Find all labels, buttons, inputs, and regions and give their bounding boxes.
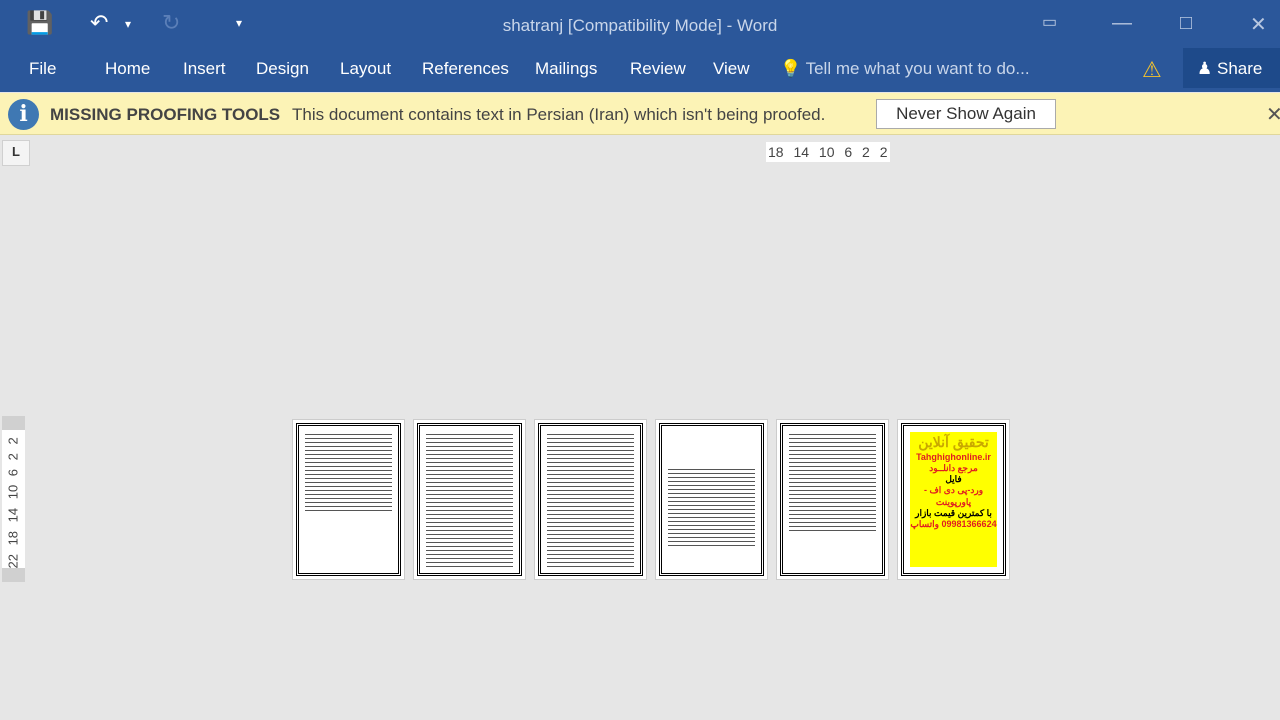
share-button[interactable]: ♟ Share (1183, 48, 1280, 88)
ad-line: ورد-پی دی اف - پاورپوینت (923, 485, 984, 507)
close-icon[interactable]: ✕ (1250, 12, 1267, 37)
tab-review[interactable]: Review (630, 59, 686, 79)
message-bar: i MISSING PROOFING TOOLS This document c… (0, 93, 1280, 135)
tell-me-placeholder: Tell me what you want to do... (805, 59, 1030, 78)
lightbulb-icon: 💡 (780, 59, 802, 78)
vertical-ruler-labels: 22 18 14 10 6 2 2 (5, 437, 21, 569)
share-label: Share (1216, 59, 1263, 78)
never-show-again-button[interactable]: Never Show Again (876, 99, 1056, 129)
vertical-ruler[interactable]: 22 18 14 10 6 2 2 (2, 416, 25, 582)
ad-line: فایل (945, 474, 962, 484)
info-icon: i (8, 99, 39, 130)
close-message-icon[interactable]: ✕ (1266, 102, 1280, 127)
page-thumbnail[interactable] (534, 419, 647, 580)
minimize-icon[interactable]: — (1112, 12, 1132, 35)
tab-design[interactable]: Design (256, 59, 309, 79)
person-icon: ♟ (1197, 59, 1213, 78)
maximize-icon[interactable]: □ (1180, 12, 1192, 35)
ad-line: 09981366624 واتساپ (910, 519, 997, 529)
window-title: shatranj [Compatibility Mode] - Word (502, 16, 778, 35)
ad-line: Tahghighonline.ir (916, 451, 991, 462)
page-thumbnail[interactable] (413, 419, 526, 580)
tab-references[interactable]: References (422, 59, 509, 79)
tab-layout[interactable]: Layout (340, 59, 391, 79)
page-thumbnail[interactable] (655, 419, 768, 580)
tab-insert[interactable]: Insert (183, 59, 226, 79)
ribbon-tabs: File Home Insert Design Layout Reference… (0, 48, 1280, 92)
ad-line: مرجع دانلــود (929, 462, 978, 473)
page-thumbnail[interactable] (776, 419, 889, 580)
tab-mailings[interactable]: Mailings (535, 59, 597, 79)
message-title: MISSING PROOFING TOOLS (50, 105, 281, 124)
tell-me-box[interactable]: 💡 Tell me what you want to do... (780, 59, 1030, 79)
ad-line: با کمترین قیمت بازار (915, 507, 992, 518)
horizontal-ruler[interactable]: 18 14 10 6 2 2 (766, 142, 890, 162)
tab-home[interactable]: Home (105, 59, 150, 79)
page-thumbnail-ad[interactable]: تحقیق آنلاین Tahghighonline.ir مرجع دانل… (897, 419, 1010, 580)
message-text: This document contains text in Persian (… (292, 105, 826, 124)
title-bar: 💾 ↶ ▾ ↻ ▾ shatranj [Compatibility Mode] … (0, 0, 1280, 48)
tab-view[interactable]: View (713, 59, 750, 79)
ribbon-display-icon[interactable]: ▭ (1042, 12, 1057, 32)
tab-selector[interactable]: L (2, 140, 30, 166)
page-thumbnail[interactable] (292, 419, 405, 580)
ad-line: تحقیق آنلاین (918, 434, 989, 450)
tab-file[interactable]: File (29, 59, 56, 79)
warning-icon[interactable]: ⚠ (1142, 57, 1162, 83)
